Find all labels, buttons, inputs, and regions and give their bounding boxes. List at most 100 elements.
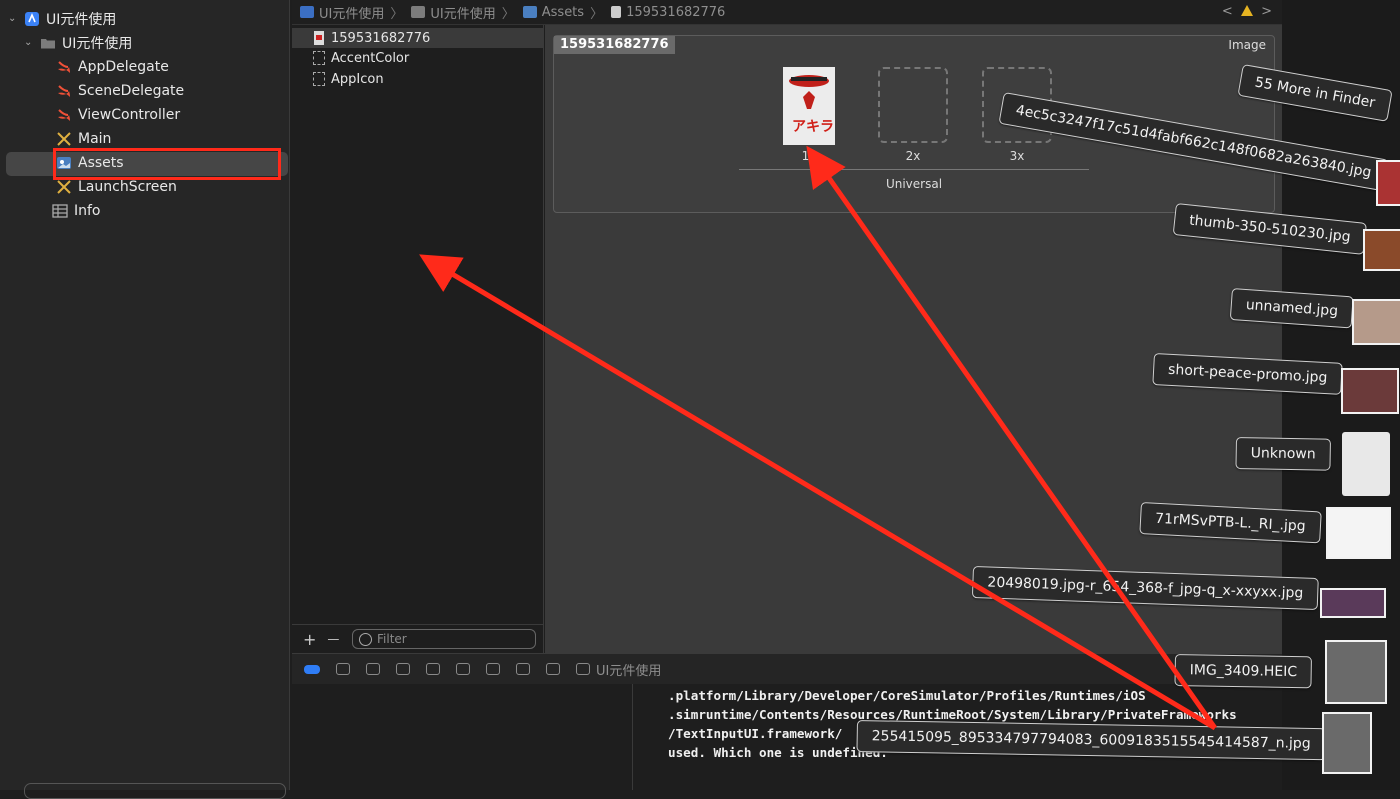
- asset-label: 159531682776: [331, 30, 431, 46]
- file-info[interactable]: Info: [52, 200, 286, 222]
- jump-bar: UI元件使用〉 UI元件使用〉 Assets 〉 159531682776 < >: [292, 0, 1282, 25]
- asset-label: AppIcon: [331, 71, 384, 87]
- asset-editor: 159531682776 Image アキラ 1x 2x 3x Universa…: [545, 25, 1282, 653]
- breadcrumb-label: Assets: [541, 4, 585, 20]
- asset-list-toolbar: + — Filter: [292, 624, 543, 653]
- svg-text:アキラ: アキラ: [792, 119, 834, 135]
- image-set-name[interactable]: 159531682776: [554, 36, 675, 54]
- navigator-filter[interactable]: [24, 783, 286, 799]
- step-into-icon[interactable]: [396, 663, 410, 675]
- folder-icon: [411, 6, 426, 18]
- filter-placeholder: Filter: [377, 632, 407, 646]
- image-slot-1x[interactable]: アキラ: [783, 67, 835, 145]
- file-thumbnail: [1376, 160, 1400, 206]
- xcode-project-icon: [300, 6, 314, 18]
- breadcrumb-group[interactable]: UI元件使用〉: [411, 3, 515, 22]
- group-name: UI元件使用: [62, 36, 133, 52]
- image-set-type: Image: [1228, 38, 1266, 52]
- console-line: .platform/Library/Developer/CoreSimulato…: [668, 688, 1146, 703]
- swift-file-icon: [58, 85, 70, 97]
- chevron-right-icon: 〉: [501, 6, 515, 22]
- step-over-icon[interactable]: [366, 663, 380, 675]
- breadcrumb-label: 159531682776: [626, 4, 726, 20]
- universal-divider: [739, 169, 1089, 170]
- warning-icon[interactable]: [1240, 5, 1253, 16]
- asset-filter-input[interactable]: Filter: [352, 629, 536, 649]
- chevron-down-icon[interactable]: ⌄: [24, 38, 34, 48]
- group-row[interactable]: ⌄ UI元件使用: [24, 32, 132, 54]
- breadcrumb-label: UI元件使用: [319, 6, 385, 22]
- remove-asset-button[interactable]: —: [327, 632, 339, 646]
- file-appdelegate[interactable]: AppDelegate: [56, 56, 286, 78]
- image-set-icon: [611, 6, 622, 18]
- file-thumbnail: [1322, 712, 1372, 774]
- console-line: /TextInputUI.framework/: [668, 726, 843, 741]
- poster-thumbnail-icon: アキラ: [783, 67, 835, 145]
- image-set-icon: [314, 31, 324, 45]
- memory-graph-icon[interactable]: [486, 663, 500, 675]
- image-slot-2x[interactable]: [878, 67, 948, 143]
- xcode-project-icon: [25, 12, 39, 26]
- asset-item-image-set[interactable]: 159531682776: [292, 28, 543, 48]
- target-icon: [576, 663, 590, 675]
- color-set-icon: [313, 51, 325, 65]
- file-thumbnail: [1326, 507, 1391, 559]
- breadcrumb-label: UI元件使用: [430, 6, 496, 22]
- file-label: ViewController: [78, 107, 181, 123]
- chevron-right-icon: 〉: [590, 6, 604, 22]
- jump-bar-controls: < >: [1222, 4, 1272, 19]
- filter-icon: [359, 632, 372, 646]
- project-row[interactable]: ⌄ UI元件使用: [8, 8, 116, 30]
- file-scenedelegate[interactable]: SceneDelegate: [56, 80, 286, 102]
- swift-file-icon: [58, 109, 70, 121]
- folder-icon: [41, 39, 55, 49]
- file-thumbnail: [1325, 640, 1387, 704]
- asset-item-appicon[interactable]: AppIcon: [292, 69, 543, 89]
- debug-target-label[interactable]: UI元件使用: [596, 660, 661, 679]
- file-label: AppDelegate: [78, 59, 169, 75]
- slot-label-1x: 1x: [801, 149, 817, 163]
- project-navigator: ⌄ UI元件使用 ⌄ UI元件使用 AppDelegate SceneDeleg…: [0, 0, 326, 799]
- storyboard-icon: [57, 132, 71, 146]
- variables-view: [292, 684, 633, 790]
- file-thumbnail: [1341, 368, 1399, 414]
- breadcrumb-image-set[interactable]: 159531682776: [611, 5, 725, 20]
- project-name: UI元件使用: [46, 12, 117, 28]
- slot-label-2x: 2x: [905, 149, 921, 163]
- asset-list: 159531682776 AccentColor AppIcon + — Fil…: [292, 25, 544, 653]
- app-icon-set-icon: [313, 72, 325, 86]
- file-thumbnail: [1363, 229, 1400, 271]
- add-asset-button[interactable]: +: [303, 630, 316, 649]
- chevron-right-icon: 〉: [390, 6, 404, 22]
- breadcrumb-project[interactable]: UI元件使用〉: [300, 3, 403, 22]
- back-arrow-icon[interactable]: <: [1222, 4, 1233, 19]
- step-out-icon[interactable]: [426, 663, 440, 675]
- file-viewcontroller[interactable]: ViewController: [56, 104, 286, 126]
- annotation-highlight-box: [53, 148, 281, 180]
- file-thumbnail: [1320, 588, 1386, 618]
- console-line: used. Which one is undefined.: [668, 745, 888, 760]
- breadcrumb-assets[interactable]: Assets 〉: [522, 3, 604, 22]
- breakpoints-toggle-icon[interactable]: [304, 664, 320, 674]
- file-thumbnail: [1352, 299, 1400, 345]
- location-icon[interactable]: [546, 663, 560, 675]
- console-line: .simruntime/Contents/Resources/RuntimeRo…: [668, 707, 1237, 722]
- document-icon: [1342, 432, 1390, 496]
- universal-label: Universal: [885, 177, 943, 191]
- asset-catalog-icon: [522, 6, 537, 18]
- chevron-down-icon[interactable]: ⌄: [8, 14, 18, 24]
- slot-label-3x: 3x: [1009, 149, 1025, 163]
- drag-item-file: Unknown: [1235, 437, 1331, 471]
- file-label: LaunchScreen: [78, 179, 177, 195]
- file-label: Info: [74, 203, 101, 219]
- debug-bar: UI元件使用: [292, 653, 1282, 684]
- storyboard-icon: [57, 180, 71, 194]
- forward-arrow-icon[interactable]: >: [1261, 4, 1272, 19]
- asset-item-accentcolor[interactable]: AccentColor: [292, 48, 543, 68]
- plist-table-icon: [52, 204, 68, 218]
- environment-overrides-icon[interactable]: [516, 663, 530, 675]
- pause-icon[interactable]: [336, 663, 350, 675]
- view-debugger-icon[interactable]: [456, 663, 470, 675]
- file-label: SceneDelegate: [78, 83, 185, 99]
- file-main[interactable]: Main M: [56, 128, 326, 150]
